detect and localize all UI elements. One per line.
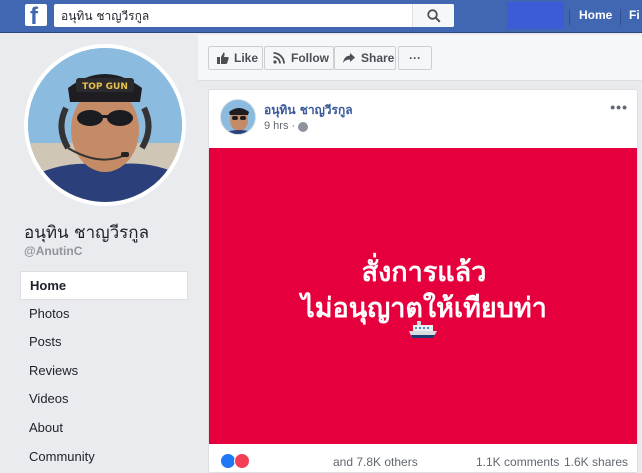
search-box[interactable]: อนุทิน ชาญวีรกูล <box>54 4 454 27</box>
post-engagement-bar: and 7.8K others 1.1K comments 1.6K share… <box>209 444 637 472</box>
more-icon: ··· <box>409 51 421 65</box>
post-timestamp[interactable]: 9 hrs · <box>264 120 295 132</box>
sidebar-item-videos[interactable]: Videos <box>20 385 188 414</box>
profile-picture[interactable]: TOP GUN <box>24 44 186 206</box>
sidebar-item-posts[interactable]: Posts <box>20 328 188 357</box>
svg-text:TOP GUN: TOP GUN <box>82 82 128 92</box>
sidebar-item-photos[interactable]: Photos <box>20 300 188 329</box>
ship-icon <box>409 321 437 338</box>
find-friends-nav-link[interactable]: Fi <box>629 8 640 22</box>
feed-post: อนุทิน ชาญวีรกูล 9 hrs · ••• สั่งการแล้ว… <box>208 89 638 473</box>
sidebar-item-about[interactable]: About <box>20 414 188 443</box>
post-author-name[interactable]: อนุทิน ชาญวีรกูล <box>264 101 353 120</box>
page-title: อนุทิน ชาญวีรกูล <box>24 223 150 243</box>
page-username[interactable]: @AnutinC <box>24 244 82 258</box>
share-page-button[interactable]: Share <box>334 46 396 70</box>
home-nav-link[interactable]: Home <box>579 8 612 22</box>
post-image[interactable]: สั่งการแล้ว ไม่อนุญาตให้เทียบท่า <box>209 148 637 444</box>
search-button[interactable] <box>412 4 454 27</box>
globe-icon <box>298 122 308 132</box>
left-navigation: Home Photos Posts Reviews Videos About C… <box>20 271 188 471</box>
nav-divider <box>620 9 621 25</box>
share-arrow-icon <box>343 53 355 63</box>
facebook-logo-icon[interactable]: f <box>25 4 47 26</box>
love-reaction-icon[interactable] <box>234 453 250 469</box>
thumbs-up-icon <box>217 52 229 64</box>
top-navbar: f อนุทิน ชาญวีรกูล Home Fi <box>0 0 642 33</box>
reaction-count[interactable]: and 7.8K others <box>333 455 418 469</box>
comment-count[interactable]: 1.1K comments <box>476 455 559 469</box>
nav-divider <box>569 9 570 25</box>
profile-photo: TOP GUN <box>28 48 182 202</box>
page-action-bar: Like Follow Share ··· <box>198 35 642 81</box>
sidebar-item-home[interactable]: Home <box>20 271 188 300</box>
sidebar-item-community[interactable]: Community <box>20 443 188 472</box>
post-options-button[interactable]: ••• <box>610 99 628 115</box>
search-input[interactable]: อนุทิน ชาญวีรกูล <box>61 7 149 26</box>
more-actions-button[interactable]: ··· <box>398 46 432 70</box>
follow-page-button[interactable]: Follow <box>264 46 334 70</box>
search-icon <box>427 9 441 23</box>
like-page-button[interactable]: Like <box>208 46 263 70</box>
sidebar-item-reviews[interactable]: Reviews <box>20 357 188 386</box>
profile-chip[interactable] <box>507 2 564 29</box>
share-count[interactable]: 1.6K shares <box>564 455 628 469</box>
rss-feed-icon <box>273 52 285 64</box>
post-author-avatar[interactable] <box>220 99 256 135</box>
